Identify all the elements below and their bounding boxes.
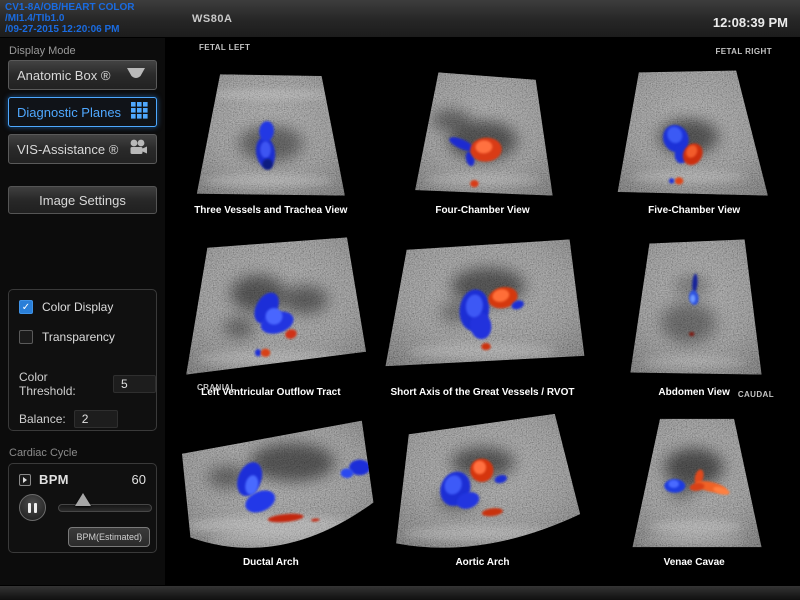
ultrasound-image bbox=[165, 65, 377, 203]
ultrasound-image bbox=[377, 65, 589, 203]
ultrasound-image bbox=[165, 409, 377, 555]
pause-icon bbox=[28, 503, 31, 513]
orientation-label-caudal: CAUDAL bbox=[738, 390, 774, 399]
image-settings-label: Image Settings bbox=[39, 193, 126, 208]
plane-cell-ductal-arch[interactable]: Ductal Arch bbox=[165, 400, 377, 570]
diagnostic-planes-button[interactable]: Diagnostic Planes bbox=[8, 97, 157, 127]
bottom-bar bbox=[0, 585, 800, 600]
plane-cell-short-axis[interactable]: Short Axis of the Great Vessels / RVOT bbox=[377, 218, 589, 400]
anatomic-box-label: Anatomic Box ® bbox=[17, 68, 124, 83]
plane-cell-aortic-arch[interactable]: Aortic Arch bbox=[377, 400, 589, 570]
display-mode-label: Display Mode bbox=[0, 38, 165, 60]
plane-caption: Abdomen View bbox=[658, 387, 730, 400]
system-name: WS80A bbox=[192, 13, 232, 25]
pause-icon bbox=[34, 503, 37, 513]
bpm-value: 60 bbox=[132, 472, 146, 487]
color-display-row: ✓ Color Display bbox=[9, 300, 156, 314]
plane-caption: Short Axis of the Great Vessels / RVOT bbox=[391, 387, 575, 400]
exam-info-line1: CV1-8A/OB/HEART COLOR bbox=[5, 2, 134, 13]
color-threshold-value: 5 bbox=[121, 377, 128, 391]
top-status-bar: CV1-8A/OB/HEART COLOR /MI1.4/TIb1.0 /09-… bbox=[0, 0, 800, 38]
color-threshold-label: Color Threshold: bbox=[19, 370, 105, 398]
film-camera-icon bbox=[128, 139, 148, 159]
image-settings-panel: ✓ Color Display ✓ Transparency Color Thr… bbox=[8, 289, 157, 431]
plane-caption: Five-Chamber View bbox=[648, 205, 740, 218]
control-sidebar: Display Mode Anatomic Box ® Diagnostic P… bbox=[0, 38, 165, 585]
clock: 12:08:39 PM bbox=[713, 15, 788, 30]
exam-info-text: CV1-8A/OB/HEART COLOR /MI1.4/TIb1.0 /09-… bbox=[5, 2, 134, 35]
vis-assistance-label: VIS-Assistance ® bbox=[17, 142, 128, 157]
bpm-estimated-label: BPM(Estimated) bbox=[76, 532, 142, 542]
diagnostic-planes-label: Diagnostic Planes bbox=[17, 105, 131, 120]
plane-caption: Ductal Arch bbox=[243, 557, 299, 570]
plane-cell-five-chamber[interactable]: Five-Chamber View bbox=[588, 52, 800, 218]
grid-icon bbox=[131, 102, 148, 122]
cardiac-cycle-label: Cardiac Cycle bbox=[0, 431, 165, 461]
orientation-label-fetal-left: FETAL LEFT bbox=[199, 43, 250, 52]
bpm-row: BPM 60 bbox=[9, 464, 156, 487]
plane-cell-three-vessels[interactable]: Three Vessels and Trachea View bbox=[165, 52, 377, 218]
orientation-label-fetal-right: FETAL RIGHT bbox=[715, 47, 772, 56]
bpm-slider-thumb[interactable] bbox=[75, 493, 91, 506]
orientation-label-cranial: CRANIAL bbox=[197, 383, 236, 392]
ultrasound-image bbox=[377, 229, 589, 385]
bpm-slider[interactable] bbox=[58, 504, 152, 512]
anatomic-box-button[interactable]: Anatomic Box ® bbox=[8, 60, 157, 90]
ultrasound-image bbox=[377, 409, 589, 555]
pause-button[interactable] bbox=[19, 494, 46, 521]
exam-info-line3: /09-27-2015 12:20:06 PM bbox=[5, 24, 120, 35]
bpm-label: BPM bbox=[39, 472, 69, 487]
plane-cell-four-chamber[interactable]: Four-Chamber View bbox=[377, 52, 589, 218]
balance-row: Balance: 2 bbox=[9, 410, 156, 428]
plane-caption: Aortic Arch bbox=[455, 557, 509, 570]
cycle-toggle-icon[interactable] bbox=[19, 474, 31, 486]
ultrasound-image bbox=[588, 65, 800, 203]
diagnostic-planes-viewport: FETAL LEFT FETAL RIGHT CRANIAL CAUDAL Th… bbox=[165, 38, 800, 585]
bpm-estimated-button[interactable]: BPM(Estimated) bbox=[68, 527, 150, 547]
plane-cell-venae-cavae[interactable]: Venae Cavae bbox=[588, 400, 800, 570]
check-icon: ✓ bbox=[22, 302, 30, 313]
balance-label: Balance: bbox=[19, 412, 66, 426]
vis-assistance-button[interactable]: VIS-Assistance ® bbox=[8, 134, 157, 164]
color-threshold-row: Color Threshold: 5 bbox=[9, 370, 156, 398]
ultrasound-image bbox=[588, 409, 800, 555]
transparency-checkbox[interactable]: ✓ bbox=[19, 330, 33, 344]
app-screen: CV1-8A/OB/HEART COLOR /MI1.4/TIb1.0 /09-… bbox=[0, 0, 800, 600]
color-display-label: Color Display bbox=[42, 300, 113, 314]
image-settings-button[interactable]: Image Settings bbox=[8, 186, 157, 214]
ultrasound-image bbox=[165, 229, 377, 385]
exam-info-line2: /MI1.4/TIb1.0 bbox=[5, 13, 64, 24]
transparency-label: Transparency bbox=[42, 330, 115, 344]
plane-caption: Three Vessels and Trachea View bbox=[194, 205, 347, 218]
balance-value: 2 bbox=[82, 412, 89, 426]
plane-cell-lvot[interactable]: Left Ventricular Outflow Tract bbox=[165, 218, 377, 400]
balance-field[interactable]: 2 bbox=[74, 410, 118, 428]
color-display-checkbox[interactable]: ✓ bbox=[19, 300, 33, 314]
bpm-controls bbox=[9, 494, 156, 521]
ultrasound-image bbox=[588, 229, 800, 385]
transparency-row: ✓ Transparency bbox=[9, 330, 156, 344]
color-threshold-field[interactable]: 5 bbox=[113, 375, 156, 393]
probe-fan-icon bbox=[124, 67, 148, 84]
cardiac-cycle-panel: BPM 60 BPM(Estimated) bbox=[8, 463, 157, 553]
plane-caption: Venae Cavae bbox=[664, 557, 725, 570]
plane-cell-abdomen[interactable]: Abdomen View bbox=[588, 218, 800, 400]
plane-caption: Four-Chamber View bbox=[435, 205, 529, 218]
